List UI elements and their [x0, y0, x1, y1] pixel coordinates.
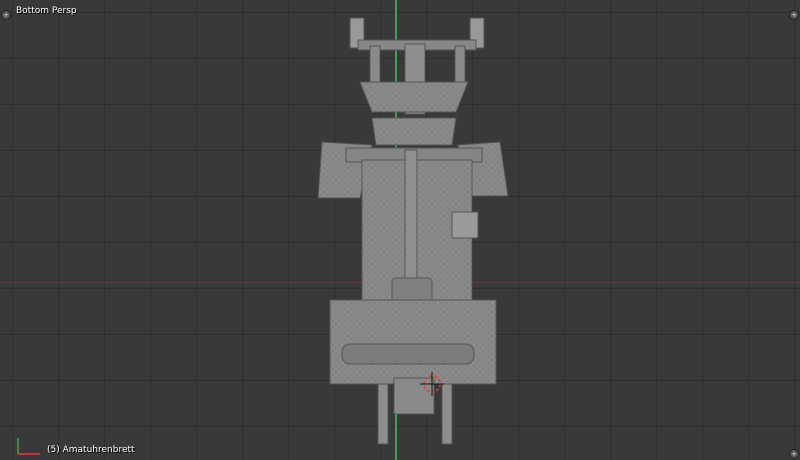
rear-block	[393, 377, 435, 415]
front-housing	[359, 81, 469, 113]
plus-icon[interactable]: +	[789, 10, 799, 20]
object-label: (5) Amatuhrenbrett	[47, 445, 135, 455]
plus-icon[interactable]: +	[789, 449, 799, 459]
view-label: Bottom Persp	[16, 6, 77, 16]
axis-gizmo-icon	[17, 438, 40, 455]
mid-housing	[371, 117, 457, 146]
rear-arm-left	[377, 383, 389, 445]
rear-body	[329, 299, 497, 385]
rear-arm-right	[441, 383, 453, 445]
vehicle-mesh[interactable]	[0, 0, 800, 460]
rear-axle	[341, 343, 475, 365]
3d-viewport[interactable]: Bottom Persp (5) Amatuhrenbrett + + +	[0, 0, 800, 460]
grille-panel	[451, 211, 479, 239]
plus-icon[interactable]: +	[1, 10, 11, 20]
